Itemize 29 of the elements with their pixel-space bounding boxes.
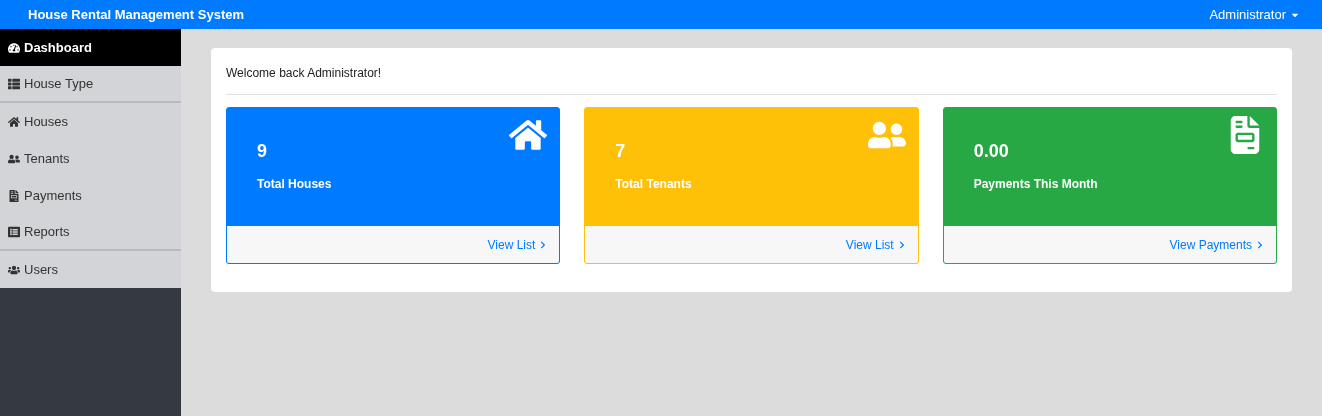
- view-link[interactable]: View List: [845, 235, 906, 254]
- view-link[interactable]: View List: [487, 235, 548, 254]
- users-icon: [8, 263, 20, 276]
- chevron-icon: [539, 240, 548, 249]
- sidebar-item[interactable]: Houses: [0, 103, 181, 140]
- sidebar-item[interactable]: Users: [0, 251, 181, 288]
- welcome-text: Welcome back Administrator!: [226, 64, 1277, 95]
- users-icon: [8, 152, 20, 165]
- stat-label: Total Houses: [257, 176, 332, 193]
- chevron-icon: [897, 240, 906, 249]
- table-icon: [8, 225, 20, 238]
- sidebar-item[interactable]: Tenants: [0, 140, 181, 177]
- sidebar-item[interactable]: Dashboard: [0, 29, 181, 66]
- stat-label: Total Tenants: [615, 176, 692, 193]
- view-link[interactable]: View Payments: [1169, 235, 1264, 254]
- stat-label: Payments This Month: [973, 176, 1098, 193]
- stat-value: 9: [257, 140, 268, 163]
- sidebar-item[interactable]: House Type: [0, 66, 181, 103]
- house-icon: [8, 115, 20, 128]
- user-menu[interactable]: Administrator: [1209, 4, 1300, 25]
- list-icon: [8, 77, 20, 90]
- document-icon: [8, 189, 20, 202]
- chevron-icon: [1256, 240, 1264, 249]
- stat-value: 0.00: [973, 140, 1010, 163]
- app-title: House Rental Management System: [28, 5, 244, 24]
- gauge-icon: [8, 41, 20, 54]
- stat-value: 7: [615, 140, 627, 163]
- sidebar-item[interactable]: Reports: [0, 214, 181, 251]
- sidebar-item[interactable]: Payments: [0, 177, 181, 214]
